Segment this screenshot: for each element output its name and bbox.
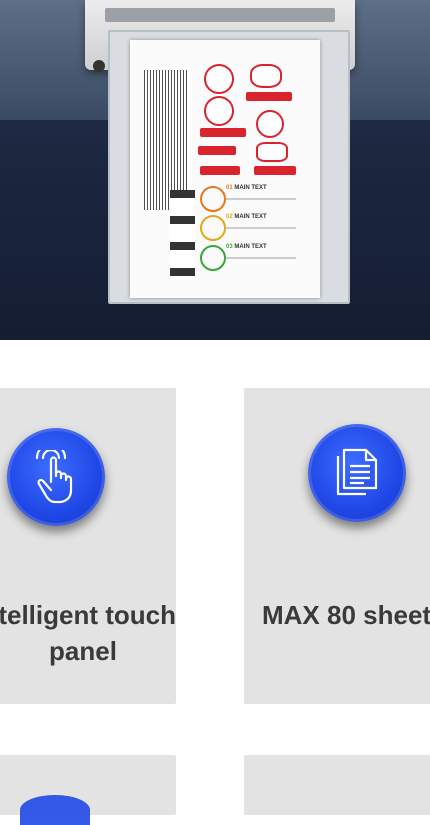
- ribbon: [254, 166, 296, 175]
- sheet-info-row: 01 MAIN TEXT: [200, 185, 305, 214]
- info-text: MAIN TEXT: [234, 214, 267, 220]
- info-text: MAIN TEXT: [234, 244, 267, 250]
- sheet-info-row: 02 MAIN TEXT: [200, 214, 305, 243]
- badge-icon: [200, 245, 226, 271]
- feature-title-max-sheets: MAX 80 sheets: [262, 600, 430, 630]
- sheet-info-row: 03 MAIN TEXT: [200, 244, 305, 273]
- sticker: [204, 96, 234, 126]
- feature-card-max-sheets: [244, 388, 430, 704]
- feature-title-line1: Intelligent touch: [0, 600, 176, 630]
- sticker: [256, 142, 288, 162]
- info-number: 01: [226, 185, 233, 191]
- document-stack-icon: [308, 424, 406, 522]
- touch-hand-icon: [7, 428, 105, 526]
- info-label: 01 MAIN TEXT: [226, 185, 267, 191]
- printer-slot: [105, 8, 335, 22]
- info-label: 03 MAIN TEXT: [226, 244, 267, 250]
- ribbon: [200, 166, 240, 175]
- info-underline: [226, 227, 296, 229]
- ribbon: [246, 92, 292, 101]
- info-underline: [226, 257, 296, 259]
- info-label: 02 MAIN TEXT: [226, 214, 267, 220]
- sticker: [256, 110, 284, 138]
- barcode-labels: [144, 70, 189, 210]
- ribbon: [200, 128, 246, 137]
- red-sticker-labels: [198, 62, 308, 182]
- label-thumbnails: [170, 190, 195, 280]
- hero-product-photo: 01 MAIN TEXT 02 MAIN TEXT 03 MAIN TEXT: [0, 0, 430, 340]
- feature-card: [244, 755, 430, 815]
- printed-sheet: 01 MAIN TEXT 02 MAIN TEXT 03 MAIN TEXT: [130, 40, 320, 298]
- sticker: [204, 64, 234, 94]
- sticker: [250, 64, 282, 88]
- info-number: 02: [226, 214, 233, 220]
- feature-card: [0, 755, 176, 825]
- badge-icon: [200, 186, 226, 212]
- info-underline: [226, 198, 296, 200]
- badge-icon: [200, 215, 226, 241]
- feature-title-line2: panel: [49, 636, 117, 666]
- info-number: 03: [226, 244, 233, 250]
- ribbon: [198, 146, 236, 155]
- printer-foot: [93, 60, 105, 72]
- info-text: MAIN TEXT: [234, 185, 267, 191]
